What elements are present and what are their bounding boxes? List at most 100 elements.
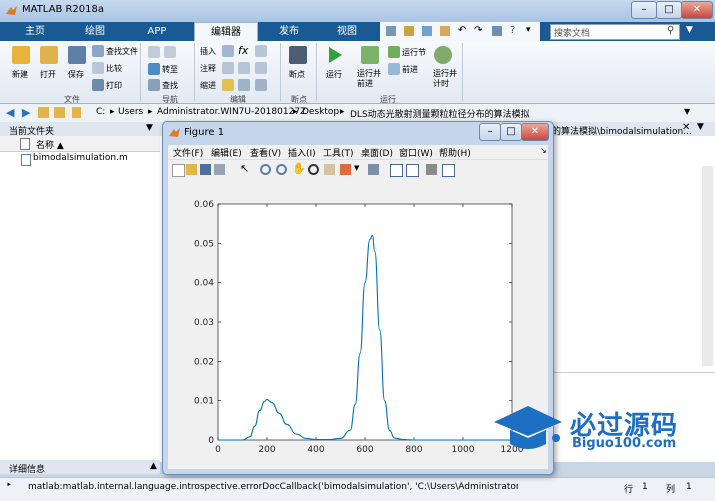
forward-arrow-icon[interactable]: ▶	[22, 106, 30, 119]
dock-icon[interactable]: ↘	[540, 146, 547, 155]
breadcrumb-drive[interactable]: C:	[96, 107, 105, 117]
goto-button[interactable]: 转至	[162, 64, 178, 75]
up-folder-icon[interactable]	[38, 107, 49, 118]
chevron-down-icon[interactable]: ▾	[526, 25, 531, 35]
indent-left-icon[interactable]	[255, 79, 267, 91]
paste-icon[interactable]	[440, 26, 450, 36]
close-button[interactable]: ✕	[681, 1, 713, 19]
insert-button[interactable]: 插入	[200, 46, 216, 57]
breakpoints-icon[interactable]	[289, 46, 307, 64]
run-advance-icon[interactable]	[361, 46, 379, 64]
save-icon[interactable]	[68, 46, 86, 64]
data-cursor-icon[interactable]	[324, 164, 335, 175]
insert-option-icon[interactable]	[255, 45, 267, 57]
forward-icon[interactable]	[164, 46, 176, 58]
save-icon[interactable]	[386, 26, 396, 36]
column-name[interactable]: 名称 ▲	[36, 138, 64, 151]
switch-windows-icon[interactable]	[492, 26, 502, 36]
menu-tools[interactable]: 工具(T)	[323, 146, 354, 159]
print-button[interactable]: 打印	[106, 80, 122, 91]
search-icon[interactable]: ⚲	[667, 25, 674, 36]
menu-window[interactable]: 窗口(W)	[399, 146, 433, 159]
comment-icon[interactable]	[222, 62, 234, 74]
open-folder-icon[interactable]	[40, 46, 58, 64]
find-files-button[interactable]: 查找文件	[106, 46, 138, 57]
copy-icon[interactable]	[422, 26, 432, 36]
new-figure-icon[interactable]	[172, 164, 185, 177]
save-button[interactable]: 保存	[68, 69, 84, 80]
tab-publish[interactable]: 发布	[264, 22, 314, 41]
comment-button[interactable]: 注释	[200, 63, 216, 74]
print-figure-icon[interactable]	[214, 164, 225, 175]
figure-maximize-button[interactable]: □	[500, 123, 522, 141]
figure-close-button[interactable]: ✕	[521, 123, 549, 141]
legend-icon[interactable]	[406, 164, 419, 177]
figure-minimize-button[interactable]: –	[479, 123, 501, 141]
chevron-down-icon[interactable]: ▼	[354, 164, 365, 175]
menu-help[interactable]: 帮助(H)	[439, 146, 471, 159]
menu-view[interactable]: 查看(V)	[250, 146, 281, 159]
maximize-button[interactable]: □	[656, 1, 682, 19]
expand-icon[interactable]: ▲	[150, 461, 157, 471]
smart-indent-icon[interactable]	[222, 79, 234, 91]
scrollbar[interactable]	[702, 166, 713, 366]
brush-icon[interactable]	[340, 164, 351, 175]
tab-apps[interactable]: APP	[132, 22, 182, 41]
insert-icon[interactable]	[222, 45, 234, 57]
hide-plot-tools-icon[interactable]	[426, 164, 437, 175]
link-plot-icon[interactable]	[368, 164, 379, 175]
tab-plots[interactable]: 绘图	[70, 22, 120, 41]
breadcrumb-users[interactable]: Users	[118, 107, 143, 117]
advance-button[interactable]: 前进	[402, 64, 418, 75]
browse-folder-icon[interactable]	[54, 107, 65, 118]
new-button[interactable]: 新建	[12, 69, 28, 80]
find-button[interactable]: 查找	[162, 80, 178, 91]
edit-plot-icon[interactable]: ↖	[240, 162, 251, 175]
help-icon[interactable]: ?	[510, 25, 515, 36]
indent-button[interactable]: 缩进	[200, 80, 216, 91]
list-item[interactable]: bimodalsimulation.m	[0, 152, 160, 166]
run-section-button[interactable]: 运行节	[402, 47, 426, 58]
redo-icon[interactable]: ↷	[474, 25, 482, 36]
search-input[interactable]: 搜索文档 ⚲	[550, 24, 680, 40]
menu-desktop[interactable]: 桌面(D)	[361, 146, 393, 159]
run-button[interactable]: 运行	[326, 69, 342, 80]
wrap-comment-icon[interactable]	[255, 62, 267, 74]
new-icon[interactable]	[12, 46, 30, 64]
panel-options-icon[interactable]: ▼	[697, 122, 704, 132]
open-button[interactable]: 打开	[40, 69, 56, 80]
zoom-out-icon[interactable]	[276, 164, 287, 175]
run-advance-button[interactable]: 运行并 前进	[357, 69, 381, 89]
rotate-icon[interactable]	[308, 164, 319, 175]
tab-home[interactable]: 主页	[10, 22, 60, 41]
panel-options-icon[interactable]: ▼	[146, 123, 153, 133]
menu-edit[interactable]: 编辑(E)	[211, 146, 242, 159]
run-time-button[interactable]: 运行并 计时	[433, 69, 457, 89]
open-file-icon[interactable]	[186, 164, 197, 175]
indent-right-icon[interactable]	[238, 79, 250, 91]
breadcrumb-user[interactable]: Administrator.WIN7U-20180127Z	[157, 107, 306, 117]
menu-file[interactable]: 文件(F)	[173, 146, 203, 159]
cut-icon[interactable]	[404, 26, 414, 36]
back-arrow-icon[interactable]: ◀	[6, 106, 14, 119]
file-name[interactable]: bimodalsimulation.m	[33, 153, 128, 163]
menu-insert[interactable]: 插入(I)	[288, 146, 316, 159]
tab-editor[interactable]: 编辑器	[194, 22, 258, 42]
figure-title-bar[interactable]: Figure 1 – □ ✕	[163, 122, 553, 144]
breakpoints-button[interactable]: 断点	[289, 69, 305, 80]
colorbar-icon[interactable]	[390, 164, 403, 177]
breadcrumb-folder[interactable]: DLS动态光散射测量颗粒粒径分布的算法模拟	[350, 107, 530, 120]
filter-icon[interactable]: ▼	[686, 25, 693, 35]
compare-button[interactable]: 比较	[106, 63, 122, 74]
chevron-down-icon[interactable]: ▼	[684, 107, 690, 116]
column-header[interactable]: 名称 ▲	[0, 136, 160, 152]
tab-view[interactable]: 视图	[322, 22, 372, 41]
undo-icon[interactable]: ↶	[458, 25, 466, 36]
fx-icon[interactable]: fx	[238, 44, 248, 57]
close-editor-icon[interactable]: ✕	[682, 122, 690, 133]
save-figure-icon[interactable]	[200, 164, 211, 175]
back-icon[interactable]	[148, 46, 160, 58]
pan-icon[interactable]: ✋	[292, 162, 306, 175]
zoom-in-icon[interactable]	[260, 164, 271, 175]
minimize-button[interactable]: –	[631, 1, 657, 19]
